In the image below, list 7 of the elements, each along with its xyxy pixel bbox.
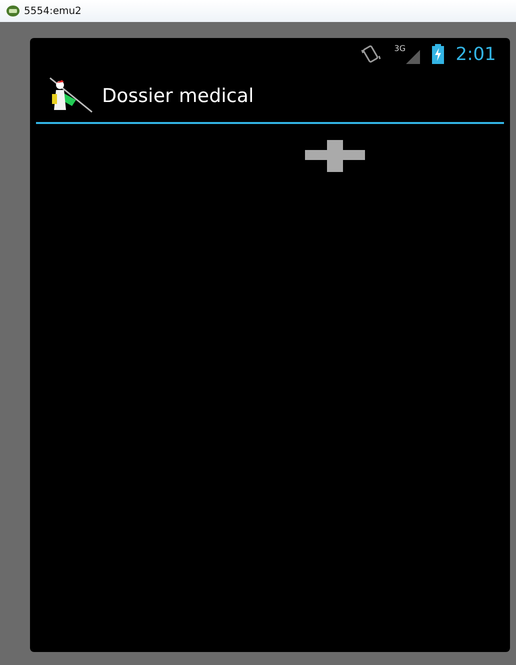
emulator-icon: [6, 5, 20, 17]
battery-icon: [432, 44, 444, 64]
app-title: Dossier medical: [102, 85, 254, 107]
clock-time: 2:01: [456, 44, 496, 64]
vibrate-icon: [360, 44, 382, 64]
add-icon[interactable]: [305, 140, 365, 172]
window-title: 5554:emu2: [24, 6, 82, 16]
